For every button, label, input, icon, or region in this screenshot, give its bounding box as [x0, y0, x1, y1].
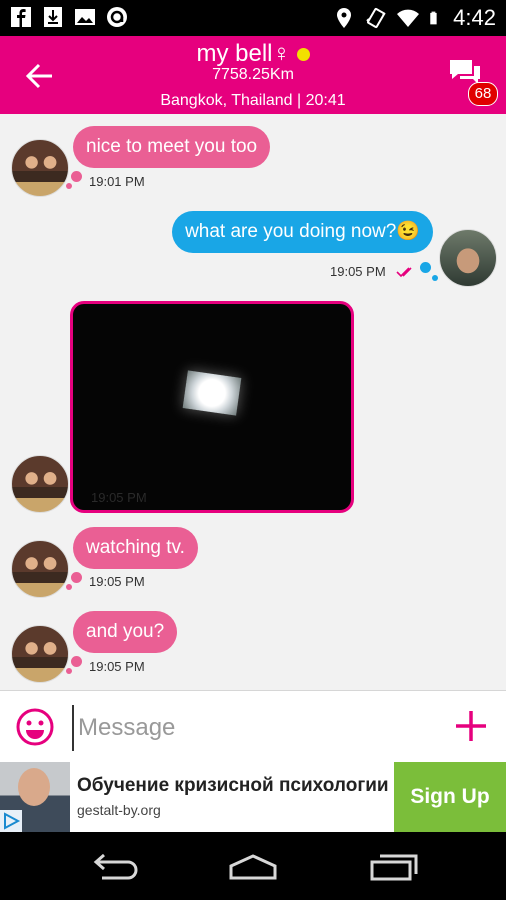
- bubble-tail: [66, 584, 72, 590]
- unread-count-badge: 68: [468, 82, 498, 106]
- bubble-tail: [420, 262, 431, 273]
- status-time: 4:42: [453, 5, 496, 30]
- ad-banner[interactable]: Обучение кризисной психологии gestalt-by…: [0, 762, 506, 832]
- vibrate-icon: [366, 7, 386, 29]
- chat-header: my bell♀ 7758.25Km Bangkok, Thailand | 2…: [0, 36, 506, 114]
- bubble-tail: [66, 183, 72, 189]
- bubble-tail: [66, 668, 72, 674]
- avatar[interactable]: [11, 139, 69, 197]
- contact-name-text: my bell: [196, 40, 273, 67]
- online-status-dot: [296, 48, 310, 62]
- app-icon: [107, 7, 127, 27]
- message-time: 19:05 PM: [330, 264, 386, 279]
- image-message[interactable]: 19:05 PM: [70, 301, 354, 513]
- location-icon: [337, 8, 352, 28]
- bubble-tail: [71, 656, 82, 667]
- back-nav-icon[interactable]: [88, 852, 140, 882]
- plus-icon[interactable]: [454, 709, 488, 743]
- download-icon: [44, 7, 62, 27]
- wifi-icon: [397, 9, 420, 27]
- message-time: 19:01 PM: [89, 174, 145, 189]
- message-time: 19:05 PM: [89, 574, 145, 589]
- sign-up-button[interactable]: Sign Up: [394, 762, 506, 832]
- ad-choices-icon[interactable]: [0, 810, 22, 832]
- tv-photo: [182, 370, 242, 416]
- bubble-tail: [71, 572, 82, 583]
- message-time: 19:05 PM: [91, 490, 147, 505]
- status-bar: 4:42: [0, 0, 506, 36]
- facebook-icon: [11, 7, 31, 27]
- message-bubble[interactable]: what are you doing now?😉: [172, 211, 433, 253]
- bubble-tail: [71, 171, 82, 182]
- avatar[interactable]: [439, 229, 497, 287]
- contact-name[interactable]: my bell♀: [0, 40, 506, 68]
- image-icon: [75, 9, 95, 25]
- location-text: Bangkok, Thailand: [160, 92, 293, 109]
- message-bubble[interactable]: watching tv.: [73, 527, 198, 569]
- bubble-tail: [432, 275, 438, 281]
- avatar[interactable]: [11, 540, 69, 598]
- ad-image[interactable]: [0, 762, 70, 832]
- ad-person: [18, 768, 50, 806]
- message-input[interactable]: [72, 705, 440, 751]
- contact-distance: 7758.25Km: [212, 66, 294, 83]
- female-symbol: ♀: [272, 40, 291, 67]
- message-bubble[interactable]: nice to meet you too: [73, 126, 271, 168]
- local-time: | 20:41: [297, 92, 346, 109]
- avatar[interactable]: [11, 455, 69, 513]
- system-nav-bar: [0, 832, 506, 900]
- message-composer: [0, 690, 506, 763]
- recent-apps-nav-icon[interactable]: [368, 852, 420, 882]
- message-time: 19:05 PM: [89, 659, 145, 674]
- avatar[interactable]: [11, 625, 69, 683]
- chat-thread[interactable]: nice to meet you too 19:01 PM what are y…: [0, 114, 506, 690]
- ad-title[interactable]: Обучение кризисной психологии: [77, 775, 389, 797]
- smiley-icon[interactable]: [16, 708, 54, 746]
- ad-url[interactable]: gestalt-by.org: [77, 802, 161, 818]
- contact-location: Bangkok, Thailand | 20:41: [0, 92, 506, 110]
- double-check-icon: [396, 267, 412, 278]
- home-nav-icon[interactable]: [227, 852, 279, 882]
- battery-icon: [430, 11, 437, 25]
- message-bubble[interactable]: and you?: [73, 611, 178, 653]
